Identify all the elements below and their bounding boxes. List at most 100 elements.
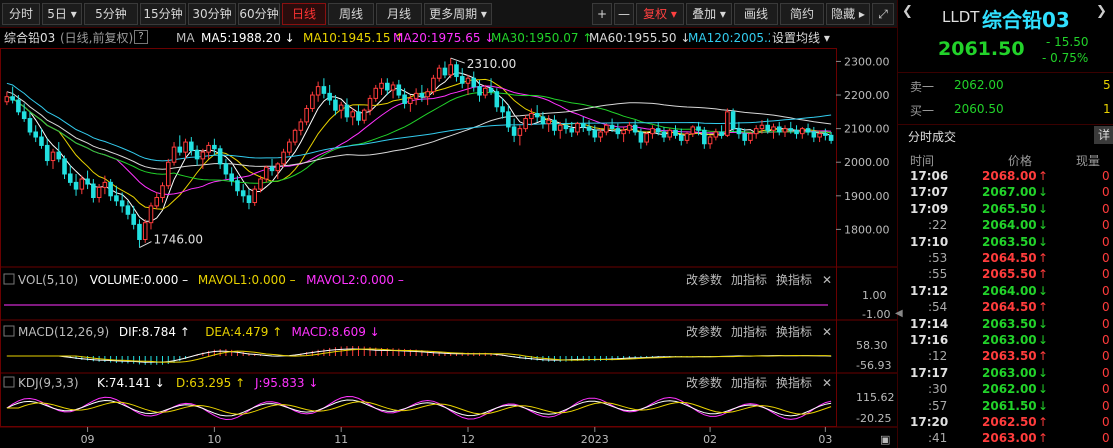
candle-body <box>488 87 494 93</box>
trade-volume: 0 <box>1102 201 1110 216</box>
trade-price: 2064.00 <box>982 218 1037 233</box>
candle-body <box>246 195 252 204</box>
trade-row: 17:06 2068.00 ↑ 0 <box>898 168 1113 184</box>
toolbar-button-11[interactable]: — <box>614 3 634 25</box>
trade-direction-icon: ↑ <box>1038 431 1049 446</box>
ma120-value: MA120:2005.2 <box>688 31 776 45</box>
toolbar-button-12[interactable]: 复权 ▾ <box>636 3 684 25</box>
candle-body <box>684 133 690 141</box>
candle-body <box>580 123 586 128</box>
candle-body <box>552 119 557 131</box>
trades-title: 分时成交 <box>908 130 957 144</box>
help-icon[interactable]: ? <box>134 30 148 44</box>
vol-btn-0: 改参数 <box>686 272 722 287</box>
trade-volume: 0 <box>1102 185 1110 200</box>
quote-panel: ❮ ❯ LLDT 综合铅03 2061.50 - 15.50 - 0.75% 卖… <box>897 0 1113 448</box>
candle-body <box>217 148 223 165</box>
trade-row: 17:10 2063.50 ↓ 0 <box>898 234 1113 250</box>
trade-volume: 0 <box>1102 349 1110 364</box>
toolbar-button-2[interactable]: 5分钟 <box>84 3 138 25</box>
toolbar-button-16[interactable]: 隐藏 ▸ <box>826 3 870 25</box>
candle-body <box>655 128 661 133</box>
price-axis: 2300.00 2200.00 2100.00 2000.00 1900.00 1800.… <box>139 55 890 248</box>
trade-time: 17:12 <box>910 283 949 298</box>
candle-body <box>413 92 419 99</box>
toolbar-button-10[interactable]: + <box>592 3 612 25</box>
toolbar-button-13[interactable]: 叠加 ▾ <box>686 3 732 25</box>
toolbar-button-0[interactable]: 分时 <box>2 3 40 25</box>
candle-body <box>730 111 736 130</box>
toolbar-button-3[interactable]: 15分钟 <box>140 3 186 25</box>
toolbar-button-1[interactable]: 5日 ▾ <box>42 3 82 25</box>
chart-mode-label: (日线,前复权) <box>60 31 134 45</box>
kdj-btn-1: 加指标 <box>731 375 767 390</box>
kdj-header-0: KDJ(9,3,3) <box>18 376 79 390</box>
toolbar-button-17[interactable]: ⤢ <box>872 3 894 25</box>
kdj-btn-0: 改参数 <box>686 375 722 390</box>
candle-body <box>529 113 534 120</box>
ma20-line <box>6 85 832 196</box>
trade-row: 17:07 2067.00 ↓ 0 <box>898 184 1113 200</box>
instrument-title: 综合铅03 <box>982 8 1070 32</box>
candle-body <box>725 111 730 136</box>
ma60-value: MA60:1955.50 ↓ <box>589 31 691 45</box>
toolbar-button-9[interactable]: 更多周期 ▾ <box>424 3 492 25</box>
toolbar-button-7[interactable]: 周线 <box>328 3 374 25</box>
trade-row: :30 2062.00 ↓ 0 <box>898 381 1113 397</box>
splitter-arrow-icon[interactable]: ◀ <box>895 308 903 319</box>
ma-settings-dropdown[interactable]: 设置均线 ▾ <box>770 28 830 48</box>
macd-header-0: MACD(12,26,9) <box>18 325 109 339</box>
toolbar-button-5[interactable]: 60分钟 <box>238 3 280 25</box>
toolbar-button-6[interactable]: 日线 <box>282 3 326 25</box>
trades-detail-button[interactable]: 详 <box>1094 126 1113 144</box>
trade-price: 2063.00 <box>982 333 1037 347</box>
vol-header-3: MAVOL2:0.000 – <box>306 273 404 287</box>
candle-body <box>183 141 188 153</box>
candle-body <box>557 124 563 131</box>
toolbar-button-15[interactable]: 简约 <box>780 3 824 25</box>
chart-frame <box>0 48 837 427</box>
date-tick-label: 02 <box>703 433 717 446</box>
trade-direction-icon: ↑ <box>1038 415 1049 429</box>
last-price: 2061.50 <box>938 38 1025 60</box>
toolbar-button-8[interactable]: 月线 <box>376 3 422 25</box>
candle-body <box>511 126 517 136</box>
trade-price: 2068.00 <box>982 169 1037 183</box>
candle-body <box>263 166 269 180</box>
ask-volume: 5 <box>1103 78 1111 92</box>
trade-direction-icon: ↓ <box>1038 185 1049 200</box>
candle-body <box>644 133 649 143</box>
trade-price: 2063.00 <box>982 431 1037 446</box>
trade-price: 2062.50 <box>982 415 1037 429</box>
candle-body <box>477 86 482 96</box>
candle-body <box>16 99 21 113</box>
toolbar-button-4[interactable]: 30分钟 <box>188 3 236 25</box>
col-time: 时间 <box>910 154 935 168</box>
trade-price: 2063.50 <box>982 316 1037 331</box>
candle-body <box>442 67 448 76</box>
trade-row: 17:09 2065.50 ↓ 0 <box>898 201 1113 217</box>
candle-body <box>828 134 834 141</box>
candle-body <box>690 126 696 135</box>
high-marker <box>450 57 465 64</box>
ma5-value: MA5:1988.20 ↓ <box>201 31 295 45</box>
candle-body <box>385 82 390 91</box>
macd-close-icon: ✕ <box>822 325 832 339</box>
date-tick-label: 12 <box>461 433 475 446</box>
toolbar-button-14[interactable]: 画线 <box>734 3 778 25</box>
trade-direction-icon: ↓ <box>1038 382 1049 397</box>
chevron-left-icon[interactable]: ❮ <box>902 4 913 19</box>
chart-grid <box>0 48 897 428</box>
chevron-right-icon[interactable]: ❯ <box>1096 4 1107 19</box>
candle-body <box>408 97 413 104</box>
candle-body <box>333 99 338 111</box>
trade-time: :55 <box>928 267 948 282</box>
trade-row: 17:12 2064.00 ↓ 0 <box>898 283 1113 299</box>
trade-time: :41 <box>928 431 948 446</box>
ma-label: MA <box>176 31 195 45</box>
candle-body <box>782 128 788 133</box>
trade-volume: 0 <box>1102 218 1110 233</box>
kline-chart[interactable]: 2300.00 2200.00 2100.00 2000.00 1900.00 1800.… <box>0 48 897 448</box>
candle-body <box>425 91 430 98</box>
candle-body <box>240 190 246 197</box>
